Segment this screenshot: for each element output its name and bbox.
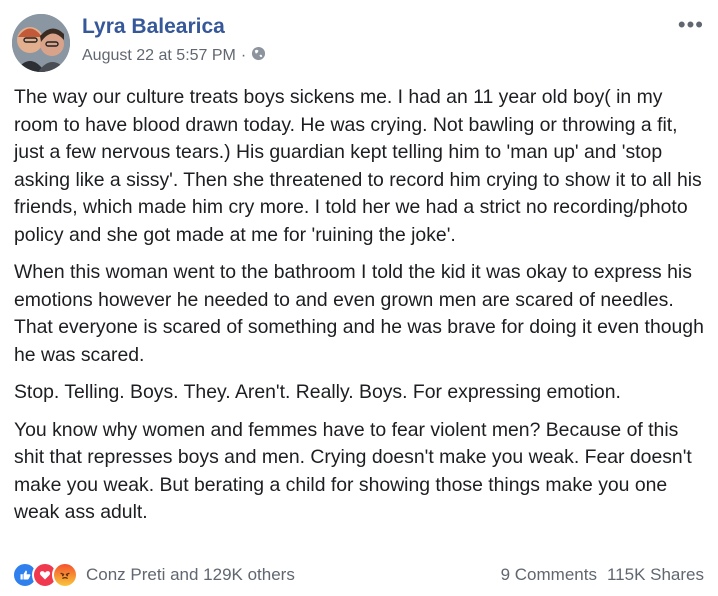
meta-separator: · [240,47,247,64]
post-stats: 9 Comments 115K Shares [501,565,704,585]
more-options-icon[interactable]: ••• [678,12,704,38]
reactors-text[interactable]: Conz Preti and 129K others [86,565,295,585]
author-name[interactable]: Lyra Balearica [82,15,225,39]
post-footer: Conz Preti and 129K others 9 Comments 11… [12,558,704,592]
globe-icon[interactable] [251,46,266,66]
post-body: The way our culture treats boys sickens … [14,84,704,537]
post-header: Lyra Balearica August 22 at 5:57 PM · ••… [12,12,706,72]
shares-count[interactable]: 115K Shares [607,565,704,585]
post-paragraph: You know why women and femmes have to fe… [14,418,692,524]
angry-icon [52,562,78,588]
avatar[interactable] [12,14,70,72]
avatar-photo-icon [12,14,70,72]
post-meta: August 22 at 5:57 PM · [82,46,266,66]
reactions-summary[interactable]: Conz Preti and 129K others [12,562,295,588]
post-paragraph: The way our culture treats boys sickens … [14,86,702,246]
post-paragraph: Stop. Telling. Boys. They. Aren't. Reall… [14,381,621,403]
comments-count[interactable]: 9 Comments [501,565,597,585]
post-paragraph: When this woman went to the bathroom I t… [14,261,704,366]
post-timestamp[interactable]: August 22 at 5:57 PM [82,47,236,65]
